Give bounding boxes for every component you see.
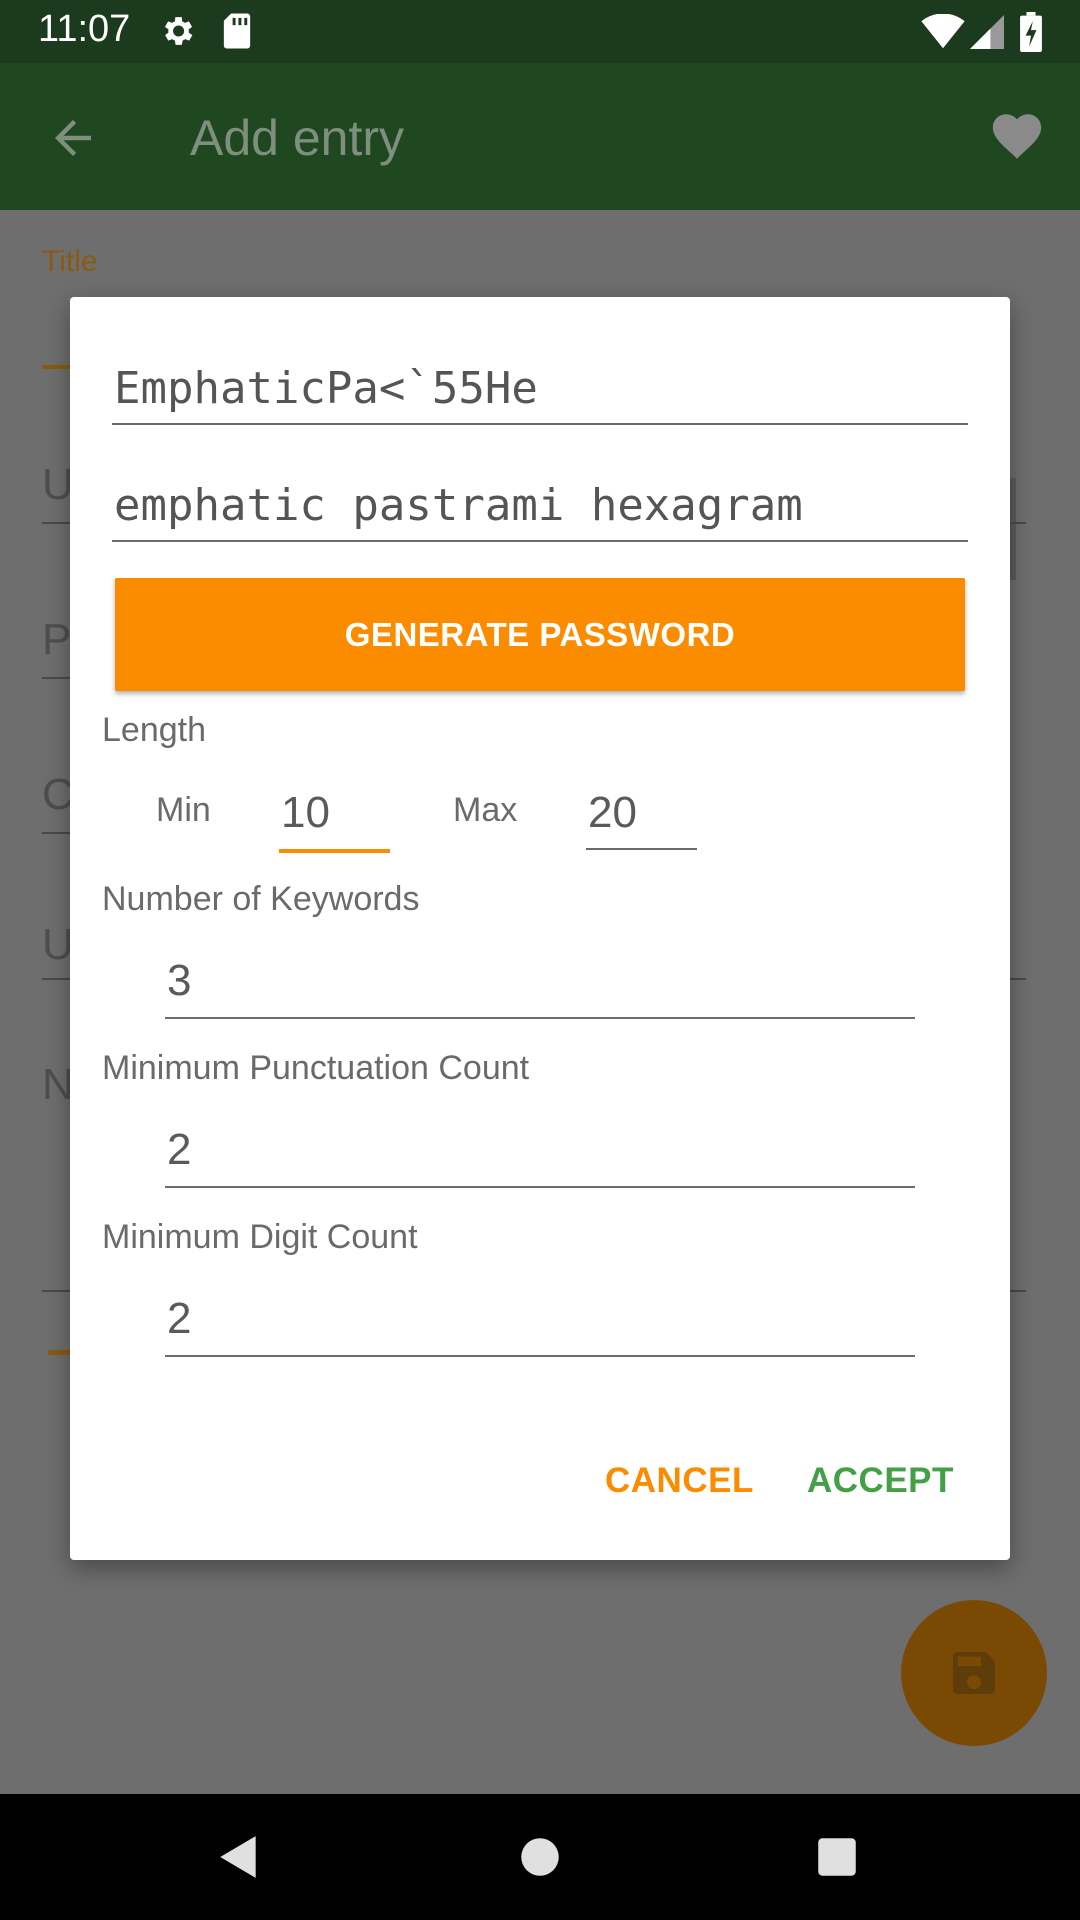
nav-recents-icon[interactable] <box>812 1832 862 1882</box>
heart-icon[interactable] <box>988 107 1046 165</box>
sd-card-icon <box>223 13 251 49</box>
save-fab[interactable] <box>901 1600 1047 1746</box>
punctuation-label: Minimum Punctuation Count <box>102 1049 530 1087</box>
battery-icon <box>1020 12 1042 52</box>
keywords-input[interactable]: 3 <box>165 953 915 1019</box>
page-title: Add entry <box>190 110 405 166</box>
confirm-field-fragment: C <box>42 770 74 819</box>
status-time: 11:07 <box>38 8 131 50</box>
min-length-input[interactable]: 10 <box>279 785 390 853</box>
password-generator-dialog: EmphaticPa<`55He emphatic pastrami hexag… <box>70 297 1010 1560</box>
app-bar: Add entry <box>0 63 1080 210</box>
punctuation-input[interactable]: 2 <box>165 1122 915 1188</box>
accept-button[interactable]: ACCEPT <box>807 1461 954 1501</box>
max-label: Max <box>453 791 518 829</box>
notes-field-fragment: N <box>42 1060 74 1109</box>
save-icon <box>953 1652 995 1694</box>
wifi-icon <box>921 14 965 49</box>
generate-password-button[interactable]: GENERATE PASSWORD <box>115 578 965 691</box>
nav-home-icon[interactable] <box>515 1832 565 1882</box>
signal-icon <box>970 15 1004 49</box>
username-field-fragment: U <box>42 460 74 509</box>
title-field-label: Title <box>42 245 98 278</box>
keywords-label: Number of Keywords <box>102 880 420 918</box>
min-label: Min <box>156 791 211 829</box>
gear-icon <box>164 17 193 45</box>
add-field-icon <box>48 1350 72 1355</box>
length-label: Length <box>102 711 206 749</box>
status-bar: 11:07 <box>0 0 1080 63</box>
digit-input[interactable]: 2 <box>165 1291 915 1357</box>
password-field-fragment: P <box>42 615 72 664</box>
back-arrow-icon[interactable] <box>46 111 100 165</box>
digit-label: Minimum Digit Count <box>102 1218 418 1256</box>
generated-password-field[interactable]: EmphaticPa<`55He <box>112 359 968 425</box>
url-field-fragment: U <box>42 920 74 969</box>
passphrase-field[interactable]: emphatic pastrami hexagram <box>112 476 968 542</box>
cancel-button[interactable]: CANCEL <box>605 1461 754 1501</box>
max-length-input[interactable]: 20 <box>586 785 697 850</box>
nav-back-icon[interactable] <box>214 1832 264 1882</box>
navigation-bar <box>0 1794 1080 1920</box>
